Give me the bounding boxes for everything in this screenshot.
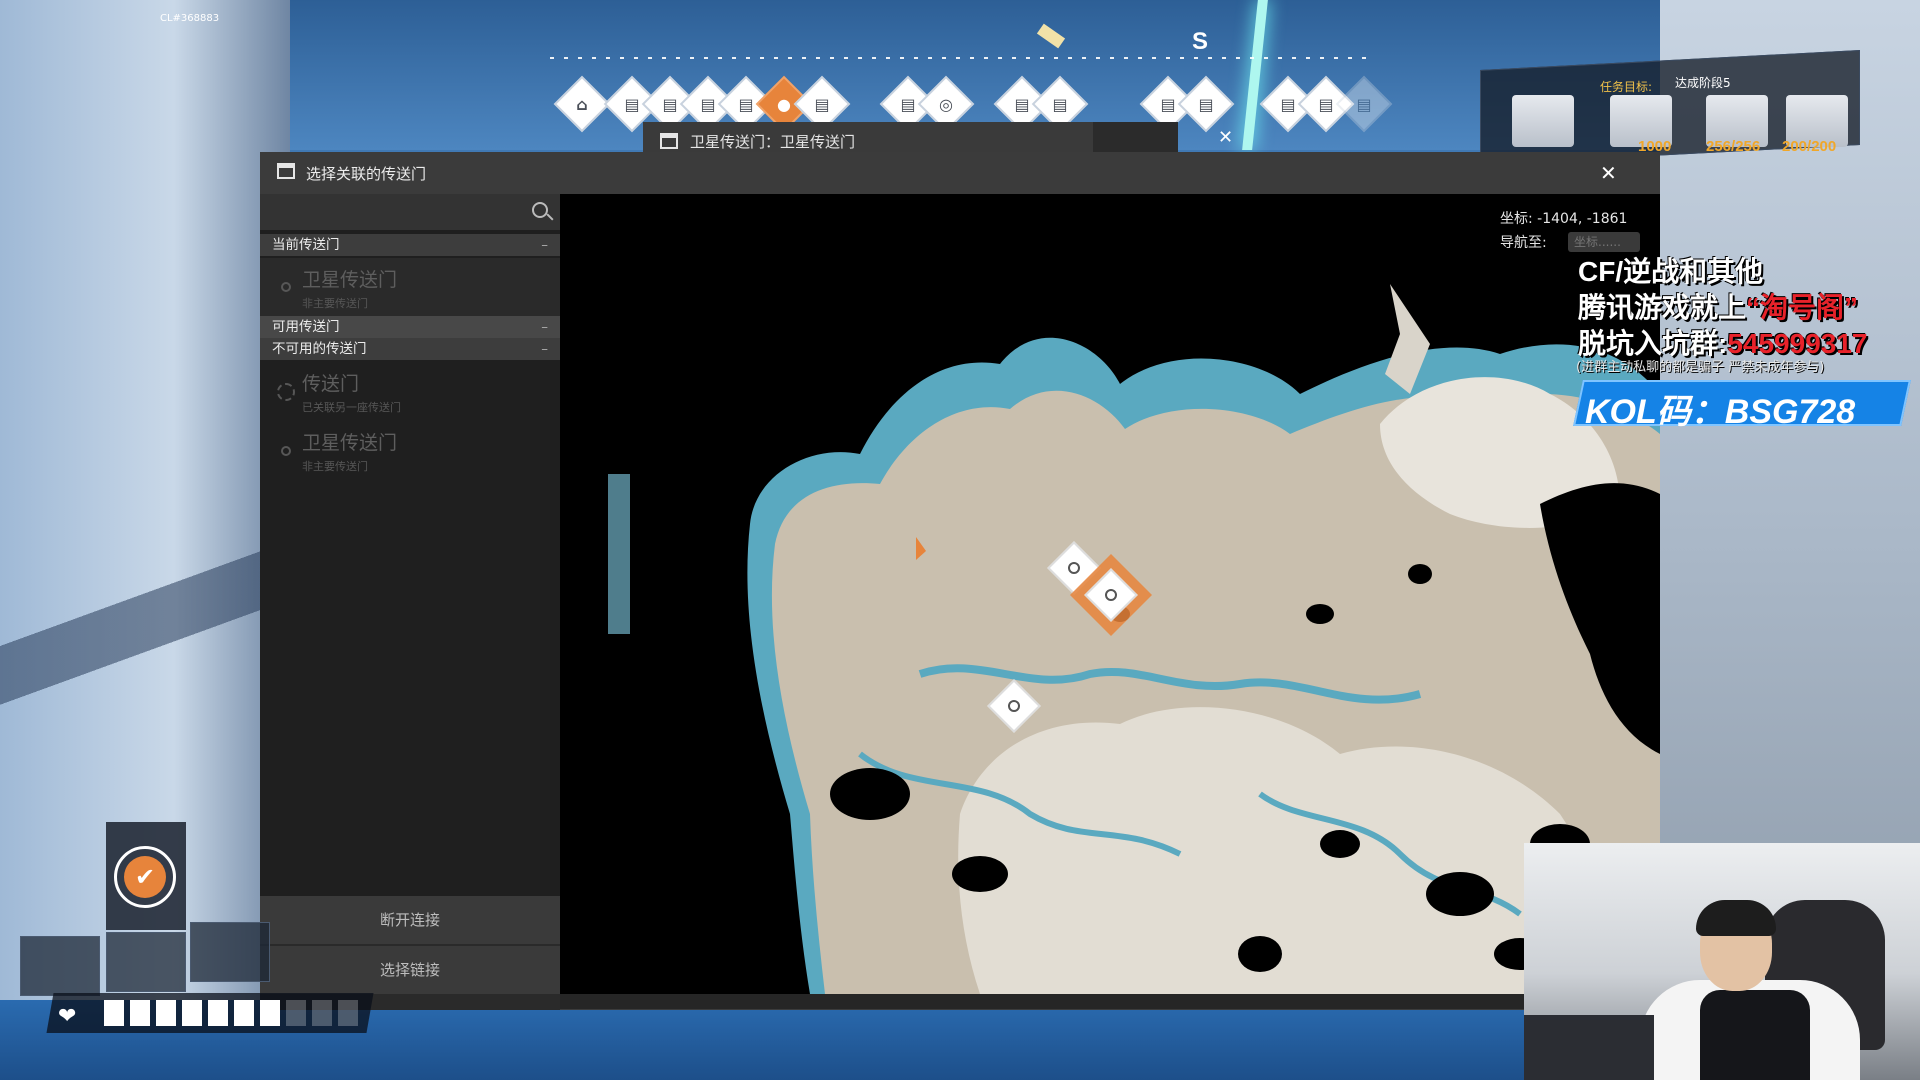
ad-line-3-prefix: 脱坑入坑群: [1578, 328, 1728, 359]
portal-subtext: 非主要传送门 [302, 460, 368, 473]
portal-subtext: 非主要传送门 [302, 297, 368, 310]
sub-window-title: 卫星传送门：卫星传送门 [690, 133, 856, 151]
search-icon[interactable] [532, 202, 548, 218]
health-segment [156, 1000, 176, 1026]
health-segment [182, 1000, 202, 1026]
portal-subtext: 已关联另一座传送门 [302, 401, 401, 414]
section-current[interactable]: 当前传送门 – [260, 234, 560, 256]
health-segment [208, 1000, 228, 1026]
health-segment [286, 1000, 306, 1026]
hotbar-slot[interactable] [106, 932, 186, 992]
build-number: CL#368883 [160, 13, 220, 24]
coordinate-readout: 坐标: -1404, -1861 [1500, 211, 1628, 227]
portal-name: 卫星传送门 [302, 432, 398, 454]
window-icon [277, 163, 295, 179]
health-segment [260, 1000, 280, 1026]
dialog-close-button[interactable]: ✕ [1600, 161, 1617, 185]
section-available-label: 可用传送门 [272, 319, 340, 335]
health-segment [234, 1000, 254, 1026]
kol-code: KOL码：BSG728 [1585, 393, 1856, 431]
collapse-icon[interactable]: – [541, 316, 548, 338]
navigate-label: 导航至: [1500, 235, 1547, 251]
section-unavailable-label: 不可用的传送门 [272, 341, 367, 357]
ad-line-2: 腾讯游戏就上“淘号阁” [1578, 286, 1858, 326]
gear-icon [277, 383, 295, 401]
portal-name: 传送门 [302, 373, 360, 395]
webcam-streamer-shirt [1700, 990, 1810, 1080]
webcam-streamer-hair [1696, 900, 1776, 936]
select-link-button[interactable]: 选择链接 [260, 946, 560, 994]
health-segment [104, 1000, 124, 1026]
window-icon [660, 133, 678, 149]
collapse-icon[interactable]: – [541, 338, 548, 360]
ad-line-2-prefix: 腾讯游戏就上 [1578, 292, 1747, 323]
portal-dot-icon [281, 446, 291, 456]
mission-count: 200/200 [1782, 138, 1837, 155]
ad-line-3-number: 545999317 [1727, 328, 1868, 359]
section-available[interactable]: 可用传送门 – [260, 316, 560, 338]
search-input[interactable] [260, 194, 560, 230]
health-segment [312, 1000, 332, 1026]
mission-item-icon [1512, 95, 1574, 147]
collapse-icon[interactable]: – [541, 234, 548, 256]
ad-disclaimer: (进群主动私聊的都是骗子 严禁未成年参与) [1576, 360, 1825, 375]
health-segment [338, 1000, 358, 1026]
compass-bar [550, 57, 1370, 59]
disconnect-button[interactable]: 断开连接 [260, 896, 560, 944]
portal-dot-icon [281, 282, 291, 292]
sub-window-close-button[interactable]: ✕ [1218, 127, 1233, 148]
ad-line-2-highlight: “淘号阁” [1746, 292, 1859, 323]
mission-stage: 达成阶段5 [1675, 76, 1731, 90]
hotbar-slot[interactable] [190, 922, 270, 982]
section-current-label: 当前传送门 [272, 237, 340, 253]
compass-heading: S [1192, 28, 1209, 55]
portal-name: 卫星传送门 [302, 269, 398, 291]
hotbar-slot[interactable] [20, 936, 100, 996]
navigate-input[interactable] [1568, 232, 1640, 252]
webcam-desk [1524, 1015, 1654, 1080]
section-unavailable[interactable]: 不可用的传送门 – [260, 338, 560, 360]
mission-count: 256/256 [1706, 138, 1761, 155]
ad-line-1: CF/逆战和其他 [1578, 256, 1764, 287]
dialog-titlebar [260, 152, 1660, 194]
check-icon: ✔ [124, 856, 166, 898]
heart-icon: ❤ [58, 1004, 77, 1029]
mission-label: 任务目标: [1600, 80, 1653, 94]
dialog-title: 选择关联的传送门 [306, 165, 427, 183]
health-segment [130, 1000, 150, 1026]
